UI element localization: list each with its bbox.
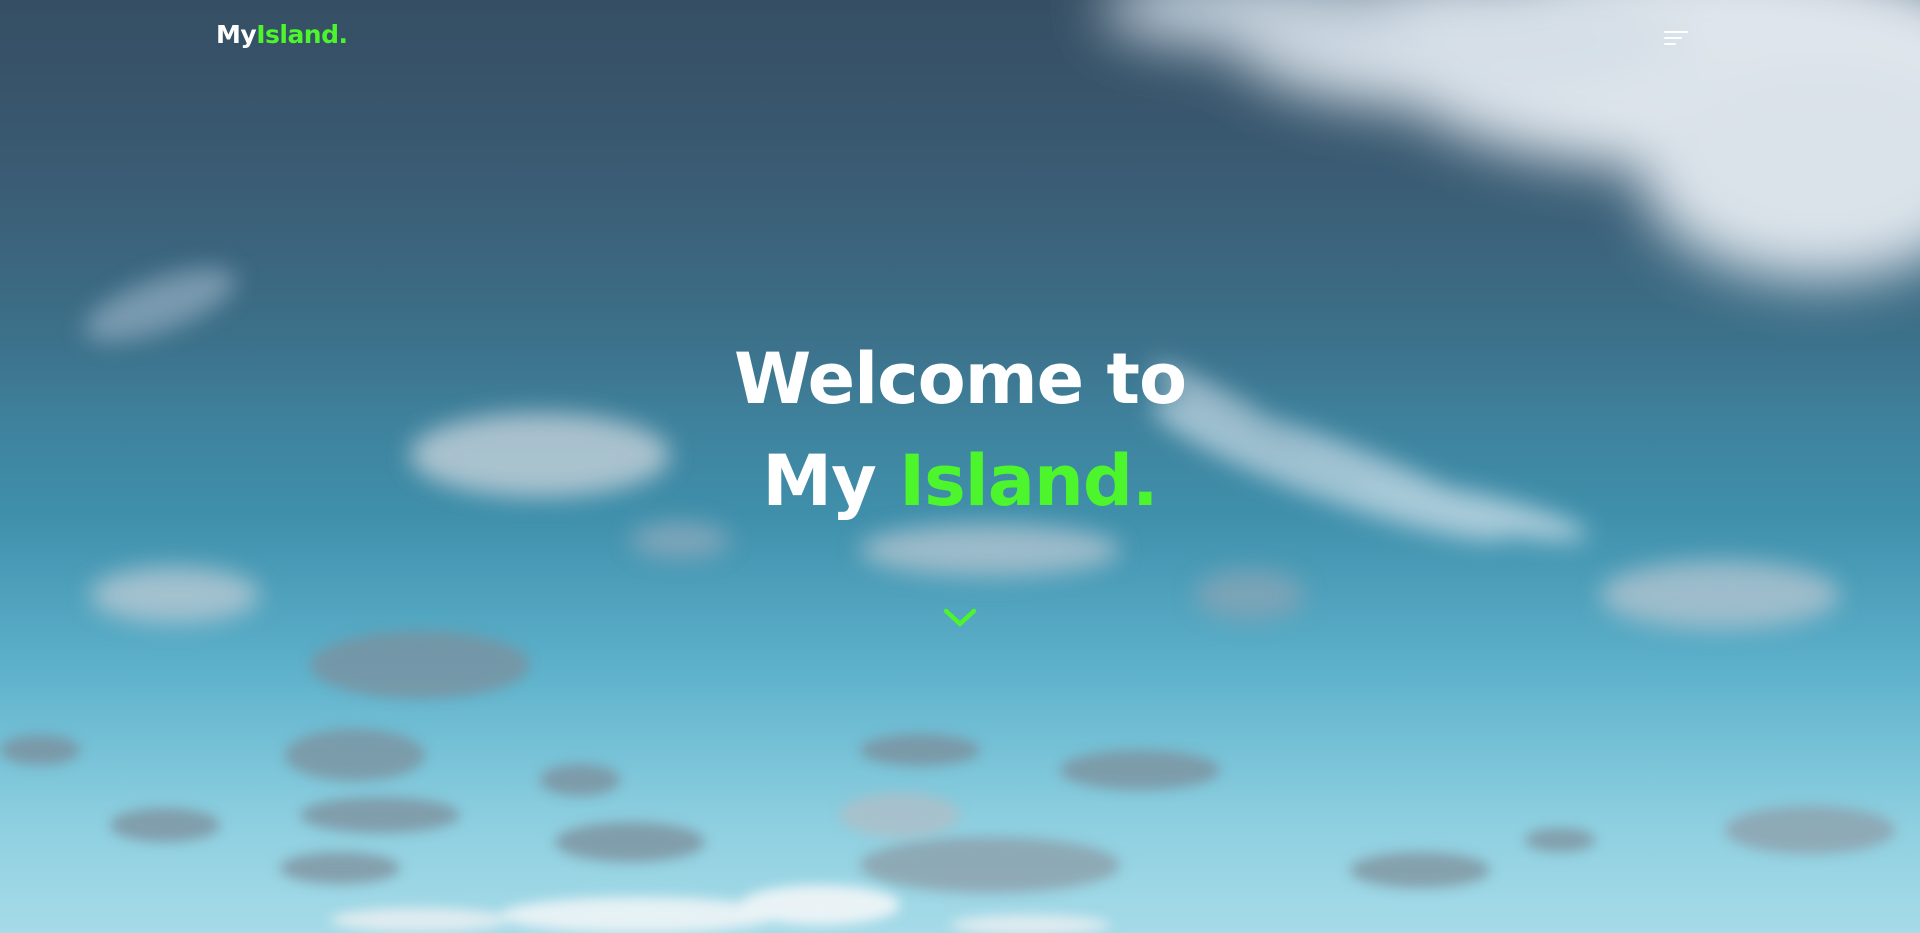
menu-line [1664,43,1676,45]
scroll-down-button[interactable] [942,605,978,633]
headline-line-2: My Island. [0,430,1920,532]
headline-island: Island. [899,440,1158,522]
logo-text-island: Island. [256,20,348,49]
hero-section: MyIsland. Welcome to My Island. [0,0,1920,933]
top-navbar: MyIsland. [0,0,1920,80]
chevron-down-icon [943,608,977,627]
headline-line-1: Welcome to [733,338,1187,420]
menu-line [1664,37,1682,39]
logo-text-my: My [216,20,257,49]
menu-hamburger-icon[interactable] [1658,28,1690,52]
site-logo[interactable]: MyIsland. [216,22,348,47]
headline-my: My [762,440,876,522]
menu-line [1664,31,1688,33]
hero-headline: Welcome to My Island. [0,328,1920,532]
